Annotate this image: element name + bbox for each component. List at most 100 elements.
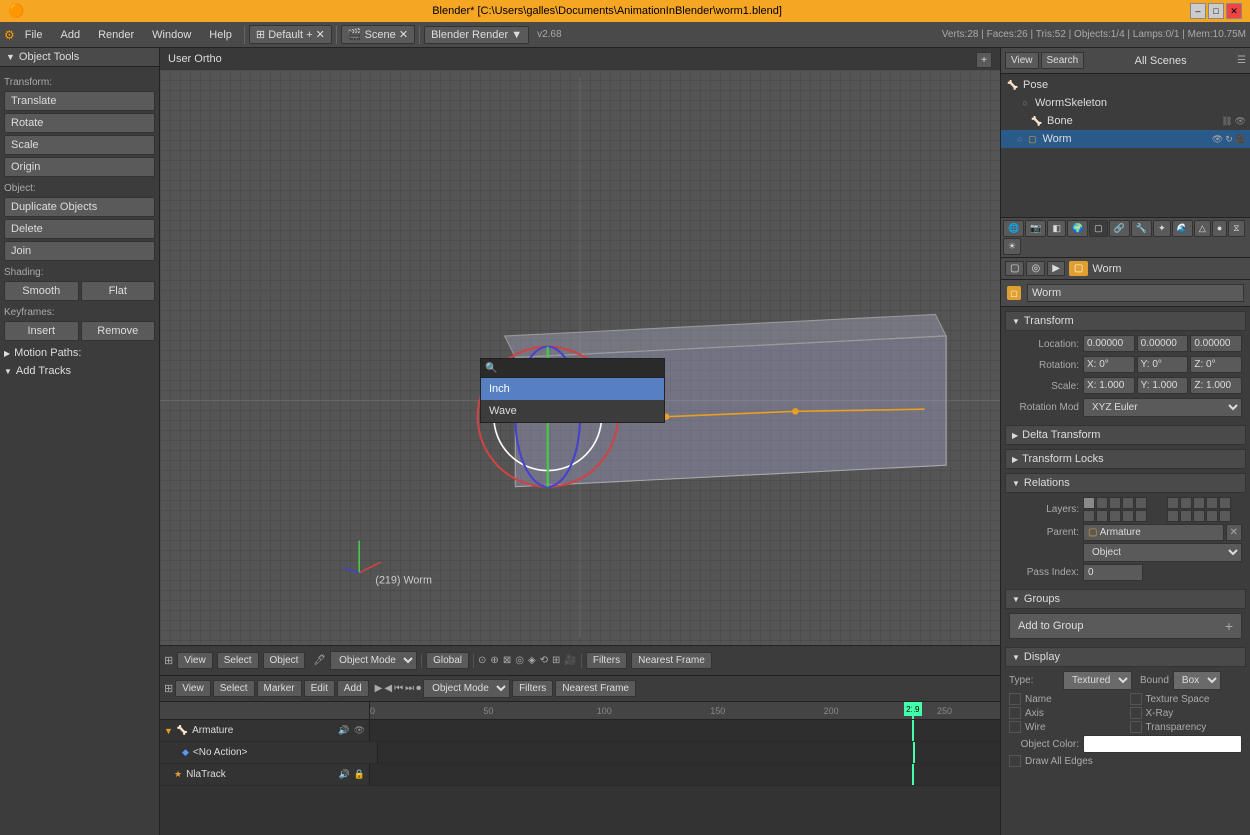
scale-z[interactable]: Z: 1.000 bbox=[1190, 377, 1242, 394]
viewport-area[interactable]: User Ortho + bbox=[160, 48, 1000, 675]
layer-2[interactable] bbox=[1096, 497, 1108, 509]
worm-eye-icon[interactable]: 👁 bbox=[1212, 134, 1223, 145]
transparency-checkbox[interactable] bbox=[1130, 721, 1142, 733]
layer-12[interactable] bbox=[1180, 497, 1192, 509]
layer-17[interactable] bbox=[1180, 510, 1192, 522]
outliner-view-button[interactable]: View bbox=[1005, 52, 1039, 69]
rotation-mod-select[interactable]: XYZ Euler bbox=[1083, 398, 1242, 417]
add-to-group-button[interactable]: Add to Group + bbox=[1009, 613, 1242, 639]
vp-icon-7[interactable]: ⊞ bbox=[552, 655, 560, 666]
bound-select[interactable]: Box bbox=[1173, 671, 1221, 690]
scene-selector[interactable]: 🎬 Scene ✕ bbox=[341, 25, 415, 44]
layer-3[interactable] bbox=[1109, 497, 1121, 509]
vp-icon-4[interactable]: ◎ bbox=[515, 655, 524, 666]
menu-window[interactable]: Window bbox=[144, 27, 199, 43]
worm-render-icon[interactable]: 🎥 bbox=[1235, 134, 1246, 145]
texture-space-checkbox[interactable] bbox=[1130, 693, 1142, 705]
origin-button[interactable]: Origin bbox=[4, 157, 155, 177]
layer-13[interactable] bbox=[1193, 497, 1205, 509]
parent-type-select[interactable]: Object bbox=[1083, 543, 1242, 562]
props-tab-modifiers[interactable]: 🔧 bbox=[1131, 220, 1152, 237]
scale-y[interactable]: Y: 1.000 bbox=[1137, 377, 1189, 394]
filters-button[interactable]: Filters bbox=[586, 652, 627, 669]
rotation-x[interactable]: X: 0° bbox=[1083, 356, 1135, 373]
vp-icon-5[interactable]: ◈ bbox=[528, 655, 536, 666]
name-checkbox[interactable] bbox=[1009, 693, 1021, 705]
dropdown-item-inch[interactable]: Inch bbox=[481, 378, 664, 400]
menu-help[interactable]: Help bbox=[201, 27, 240, 43]
remove-keyframe-button[interactable]: Remove bbox=[81, 321, 156, 341]
timeline-frame-button[interactable]: Nearest Frame bbox=[555, 680, 636, 697]
translate-button[interactable]: Translate bbox=[4, 91, 155, 111]
pass-index-value[interactable]: 0 bbox=[1083, 564, 1143, 581]
wire-checkbox[interactable] bbox=[1009, 721, 1021, 733]
layer-20[interactable] bbox=[1219, 510, 1231, 522]
props-bar-btn2[interactable]: ◎ bbox=[1026, 261, 1045, 276]
layer-9[interactable] bbox=[1122, 510, 1134, 522]
insert-keyframe-button[interactable]: Insert bbox=[4, 321, 79, 341]
props-tab-world[interactable]: 🌍 bbox=[1067, 220, 1088, 237]
props-tab-particles[interactable]: ✦ bbox=[1153, 220, 1171, 237]
xray-checkbox[interactable] bbox=[1130, 707, 1142, 719]
search-input[interactable] bbox=[500, 362, 660, 374]
minimize-button[interactable]: – bbox=[1190, 3, 1206, 19]
delta-transform-header[interactable]: ▶ Delta Transform bbox=[1005, 425, 1246, 445]
props-tab-texture[interactable]: ⧖ bbox=[1228, 220, 1244, 237]
location-y[interactable]: 0.00000 bbox=[1137, 335, 1189, 352]
vp-icon-6[interactable]: ⟲ bbox=[540, 655, 548, 666]
props-tab-render[interactable]: 📷 bbox=[1025, 220, 1046, 237]
props-tab-layers[interactable]: ◧ bbox=[1047, 220, 1066, 237]
dropdown-item-wave[interactable]: Wave bbox=[481, 400, 664, 422]
scale-button[interactable]: Scale bbox=[4, 135, 155, 155]
maximize-button[interactable]: □ bbox=[1208, 3, 1224, 19]
location-x[interactable]: 0.00000 bbox=[1083, 335, 1135, 352]
outliner-item-wormskeleton[interactable]: ○ WormSkeleton bbox=[1001, 94, 1250, 112]
delete-button[interactable]: Delete bbox=[4, 219, 155, 239]
props-tab-physics[interactable]: 🌊 bbox=[1172, 220, 1193, 237]
props-tab-constraints[interactable]: 🔗 bbox=[1109, 220, 1130, 237]
viewport-corner-button[interactable]: + bbox=[976, 52, 992, 68]
vp-icon-3[interactable]: ⊠ bbox=[503, 655, 511, 666]
menu-render[interactable]: Render bbox=[90, 27, 142, 43]
nearest-frame-button[interactable]: Nearest Frame bbox=[631, 652, 712, 669]
transform-locks-header[interactable]: ▶ Transform Locks bbox=[1005, 449, 1246, 469]
vp-icon-2[interactable]: ⊕ bbox=[490, 655, 498, 666]
close-button[interactable]: ✕ bbox=[1226, 3, 1242, 19]
props-tab-object[interactable]: ▢ bbox=[1089, 220, 1108, 237]
join-button[interactable]: Join bbox=[4, 241, 155, 261]
flat-button[interactable]: Flat bbox=[81, 281, 156, 301]
timeline-add-button[interactable]: Add bbox=[337, 680, 369, 697]
timeline-filter-button[interactable]: Filters bbox=[512, 680, 553, 697]
vp-icon-8[interactable]: 🎥 bbox=[564, 655, 576, 666]
add-tracks-header[interactable]: ▼ Add Tracks bbox=[4, 365, 155, 377]
parent-value[interactable]: ▢ Armature bbox=[1083, 524, 1224, 541]
display-type-select[interactable]: Textured bbox=[1063, 671, 1132, 690]
rotation-y[interactable]: Y: 0° bbox=[1137, 356, 1189, 373]
props-tab-ssao[interactable]: ☀ bbox=[1003, 238, 1021, 255]
smooth-button[interactable]: Smooth bbox=[4, 281, 79, 301]
draw-all-edges-checkbox[interactable] bbox=[1009, 755, 1021, 767]
props-tab-scene[interactable]: 🌐 bbox=[1003, 220, 1024, 237]
object-menu-button[interactable]: Object bbox=[263, 652, 306, 669]
props-bar-btn1[interactable]: ▢ bbox=[1005, 261, 1024, 276]
layer-5[interactable] bbox=[1135, 497, 1147, 509]
view-menu-button[interactable]: View bbox=[177, 652, 213, 669]
rotation-z[interactable]: Z: 0° bbox=[1190, 356, 1242, 373]
props-bar-btn3[interactable]: ▶ bbox=[1047, 261, 1065, 276]
object-name-input[interactable] bbox=[1027, 284, 1244, 302]
object-color-swatch[interactable] bbox=[1083, 735, 1242, 753]
layer-6[interactable] bbox=[1083, 510, 1095, 522]
search-dropdown[interactable]: 🔍 Inch Wave bbox=[480, 358, 665, 423]
worm-select-icon[interactable]: ↻ bbox=[1225, 134, 1233, 145]
menu-add[interactable]: Add bbox=[53, 27, 89, 43]
timeline-edit-button[interactable]: Edit bbox=[304, 680, 335, 697]
location-z[interactable]: 0.00000 bbox=[1190, 335, 1242, 352]
rotate-button[interactable]: Rotate bbox=[4, 113, 155, 133]
layer-7[interactable] bbox=[1096, 510, 1108, 522]
timeline-select-button[interactable]: Select bbox=[213, 680, 255, 697]
outliner-item-pose[interactable]: 🦴 Pose bbox=[1001, 76, 1250, 94]
layer-10[interactable] bbox=[1135, 510, 1147, 522]
relations-header[interactable]: ▼ Relations bbox=[1005, 473, 1246, 493]
select-menu-button[interactable]: Select bbox=[217, 652, 259, 669]
timeline-mode-selector[interactable]: Object Mode bbox=[423, 679, 510, 698]
